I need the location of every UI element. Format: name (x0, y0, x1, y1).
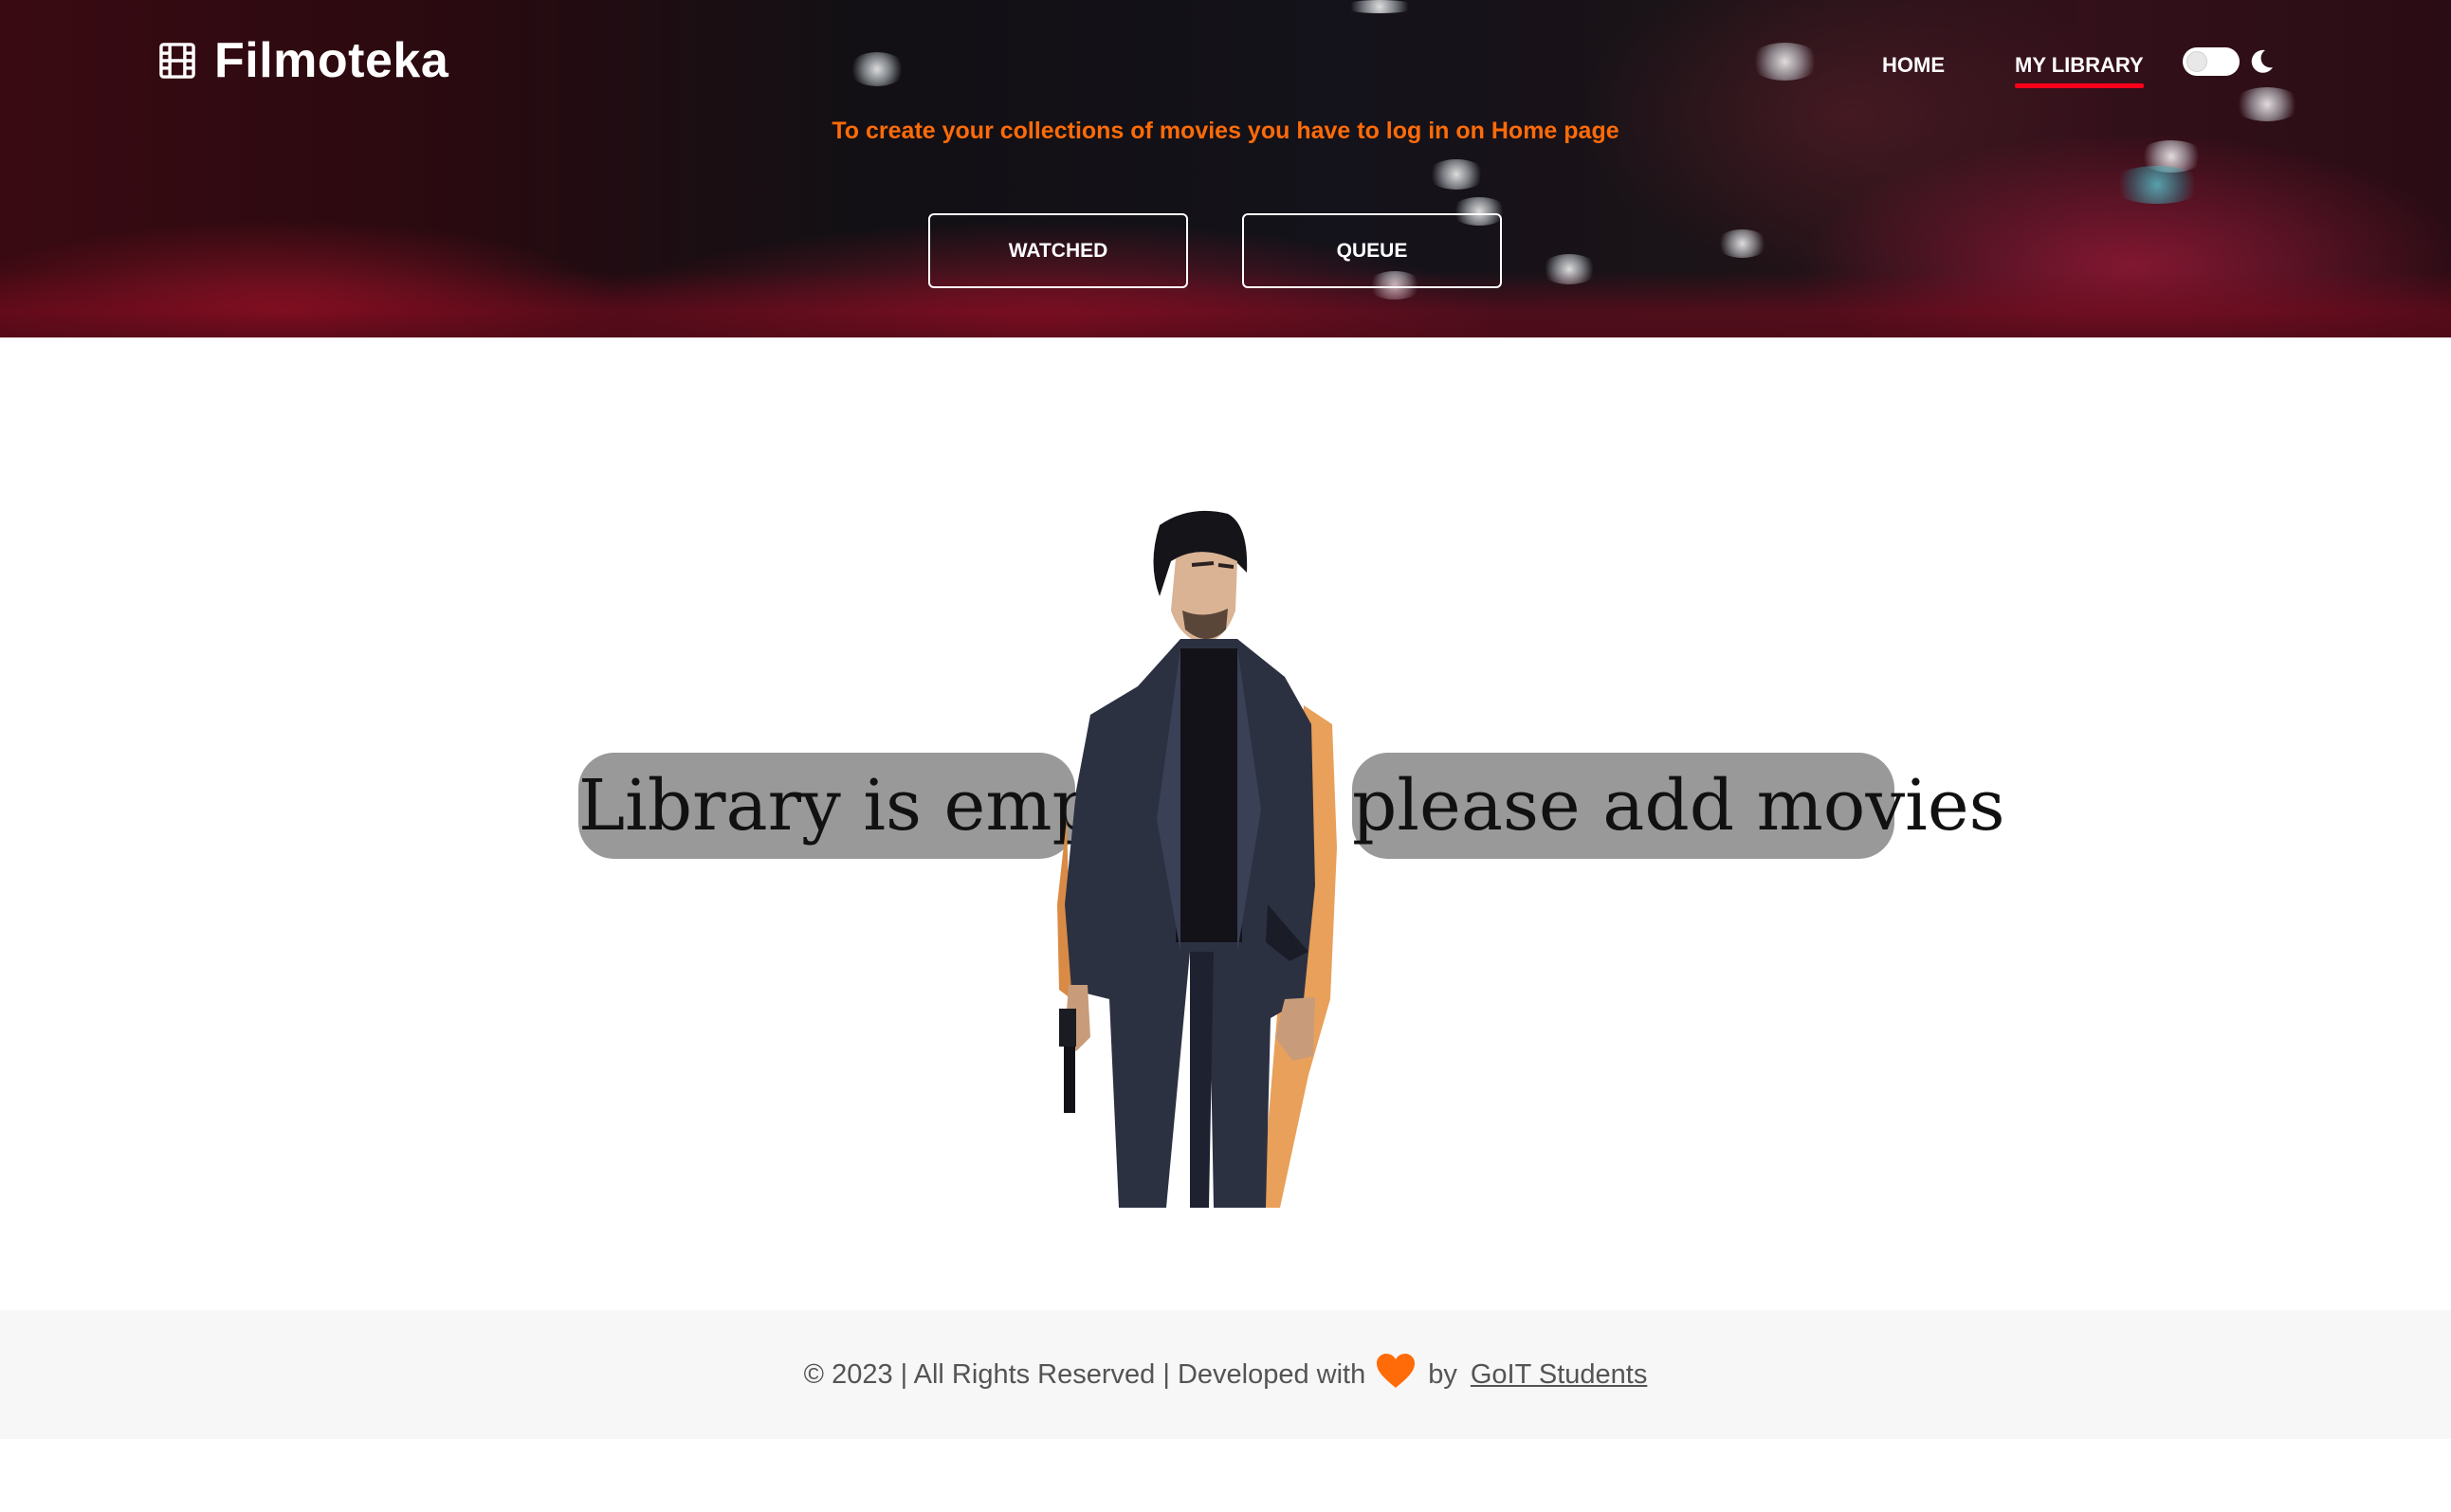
nav-my-library-link[interactable]: MY LIBRARY (2015, 53, 2144, 88)
bokeh-light (849, 52, 905, 86)
moon-icon (2251, 49, 2273, 73)
empty-library-illustration (1057, 510, 1337, 1208)
toggle-knob (2186, 51, 2207, 72)
bokeh-light (1342, 0, 1418, 13)
footer: © 2023 | All Rights Reserved | Developed… (0, 1310, 2451, 1439)
bokeh-light (1427, 159, 1486, 190)
logo-text: Filmoteka (214, 33, 449, 88)
bokeh-light (1716, 229, 1768, 258)
goit-students-link[interactable]: GoIT Students (1471, 1359, 1647, 1391)
nav-home-link[interactable]: HOME (1882, 53, 1945, 78)
heart-icon (1377, 1354, 1416, 1388)
theme-toggle[interactable] (2183, 47, 2240, 76)
add-movies-label: please add movies (1352, 753, 2005, 859)
header: Filmoteka HOME MY LIBRARY To create your… (0, 0, 2451, 337)
library-main: Library is empty please add movies (0, 337, 2451, 1310)
watched-button[interactable]: WATCHED (928, 213, 1188, 288)
bokeh-light (2233, 87, 2301, 121)
logo-link[interactable]: Filmoteka (157, 32, 448, 89)
login-message: To create your collections of movies you… (832, 118, 1619, 144)
queue-button[interactable]: QUEUE (1242, 213, 1502, 288)
footer-text: © 2023 | All Rights Reserved | Developed… (803, 1358, 1366, 1390)
footer-by: by (1428, 1358, 1457, 1390)
theater-seats (0, 271, 2451, 337)
bokeh-light (1749, 43, 1820, 81)
bokeh-light (2110, 166, 2204, 204)
film-icon (159, 43, 195, 79)
empty-library-label: Library is empty (578, 753, 1164, 859)
